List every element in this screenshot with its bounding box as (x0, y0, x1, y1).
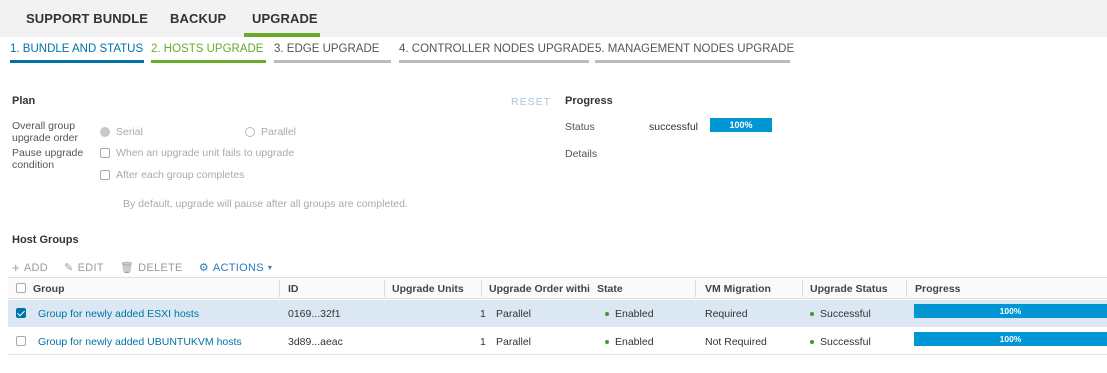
table-row[interactable]: Group for newly added UBUNTUKVM hosts 3d… (8, 328, 1107, 355)
state: Enabled (605, 336, 654, 348)
state-dot-icon (605, 312, 609, 317)
group-link[interactable]: Group for newly added ESXI hosts (38, 308, 199, 320)
host-groups-grid: Group ID Upgrade Units Upgrade Order wit… (8, 277, 1107, 355)
status-label: Status (565, 121, 595, 133)
grid-header: Group ID Upgrade Units Upgrade Order wit… (8, 278, 1107, 299)
column-divider (384, 280, 385, 297)
row-checkbox[interactable] (16, 308, 26, 318)
pause-condition-label: Pause upgrade condition (12, 147, 84, 171)
pencil-icon: ✎ (64, 262, 74, 274)
tab-support-bundle[interactable]: SUPPORT BUNDLE (26, 11, 148, 26)
step-hosts-upgrade[interactable]: 2. HOSTS UPGRADE (151, 43, 266, 63)
progress-title: Progress (565, 95, 613, 107)
overall-progress-bar: 100% (710, 118, 772, 132)
trash-icon: 🗑 (119, 262, 135, 274)
status-dot-icon (810, 340, 814, 345)
step-controller-nodes-upgrade[interactable]: 4. CONTROLLER NODES UPGRADE (399, 43, 595, 63)
pause-on-failure-label: When an upgrade unit fails to upgrade (116, 147, 295, 159)
add-label: ADD (23, 261, 49, 274)
actions-menu-button[interactable]: ⚙ ACTIONS ▾ (198, 261, 273, 275)
gear-icon: ⚙ (198, 262, 209, 274)
add-button[interactable]: + ADD (12, 260, 48, 275)
upgrade-units: 1 (480, 336, 486, 348)
delete-button[interactable]: 🗑 DELETE (119, 261, 183, 275)
group-id: 3d89...aeac (288, 336, 343, 348)
upgrade-status: Successful (810, 336, 871, 348)
col-upgrade-order[interactable]: Upgrade Order withi (489, 283, 590, 295)
status-dot-icon (810, 312, 814, 317)
column-divider (279, 280, 280, 297)
top-nav: SUPPORT BUNDLE BACKUP UPGRADE (0, 0, 1107, 37)
upgrade-order: Parallel (496, 336, 532, 348)
order-parallel-option[interactable]: Parallel (245, 126, 296, 138)
col-upgrade-units[interactable]: Upgrade Units (392, 283, 464, 295)
reset-button[interactable]: RESET (511, 96, 551, 108)
step-management-nodes-upgrade[interactable]: 5. MANAGEMENT NODES UPGRADE (595, 43, 794, 63)
select-all-checkbox[interactable] (16, 283, 26, 293)
status-value: successful (649, 121, 699, 133)
pause-after-group-checkbox[interactable] (100, 170, 110, 180)
upgrade-units: 1 (480, 308, 486, 320)
parallel-label: Parallel (261, 126, 297, 138)
pause-after-group-option[interactable]: After each group completes (100, 169, 244, 181)
col-group[interactable]: Group (33, 283, 65, 295)
step-bundle-and-status[interactable]: 1. BUNDLE AND STATUS (10, 43, 144, 63)
tab-backup[interactable]: BACKUP (170, 11, 226, 26)
col-progress[interactable]: Progress (915, 283, 961, 295)
serial-label: Serial (116, 126, 143, 138)
vm-migration: Not Required (705, 336, 767, 348)
parallel-radio[interactable] (245, 127, 255, 137)
row-progress-bar: 100% (914, 304, 1107, 318)
edit-button[interactable]: ✎ EDIT (64, 261, 104, 275)
actions-label: ACTIONS (212, 261, 264, 274)
pause-on-failure-checkbox[interactable] (100, 148, 110, 158)
col-state[interactable]: State (597, 283, 623, 295)
tab-upgrade[interactable]: UPGRADE (252, 11, 318, 26)
vm-migration: Required (705, 308, 748, 320)
upgrade-status: Successful (810, 308, 871, 320)
edit-label: EDIT (77, 261, 104, 274)
row-checkbox[interactable] (16, 336, 26, 346)
pause-on-failure-option[interactable]: When an upgrade unit fails to upgrade (100, 147, 294, 159)
column-divider (695, 280, 696, 297)
upgrade-order-label: Overall group upgrade order (12, 120, 78, 144)
plus-icon: + (12, 260, 20, 275)
state-dot-icon (605, 340, 609, 345)
delete-label: DELETE (138, 261, 183, 274)
step-edge-upgrade[interactable]: 3. EDGE UPGRADE (274, 43, 391, 63)
host-groups-title: Host Groups (12, 234, 79, 246)
column-divider (481, 280, 482, 297)
col-vm-migration[interactable]: VM Migration (705, 283, 771, 295)
pause-after-group-label: After each group completes (116, 169, 245, 181)
host-groups-toolbar: + ADD ✎ EDIT 🗑 DELETE ⚙ ACTIONS ▾ (12, 260, 272, 275)
group-link[interactable]: Group for newly added UBUNTUKVM hosts (38, 336, 242, 348)
group-id: 0169...32f1 (288, 308, 341, 320)
chevron-down-icon: ▾ (267, 263, 273, 272)
state: Enabled (605, 308, 654, 320)
pause-default-note: By default, upgrade will pause after all… (123, 198, 408, 210)
column-divider (802, 280, 803, 297)
col-id[interactable]: ID (288, 283, 299, 295)
plan-title: Plan (12, 95, 36, 107)
details-label[interactable]: Details (565, 148, 597, 160)
col-upgrade-status[interactable]: Upgrade Status (810, 283, 888, 295)
order-serial-option[interactable]: Serial (100, 126, 143, 138)
column-divider (906, 280, 907, 297)
serial-radio[interactable] (100, 127, 110, 137)
table-row[interactable]: Group for newly added ESXI hosts 0169...… (8, 300, 1107, 327)
upgrade-order: Parallel (496, 308, 532, 320)
row-progress-bar: 100% (914, 332, 1107, 346)
tab-upgrade-active-indicator (244, 33, 320, 37)
